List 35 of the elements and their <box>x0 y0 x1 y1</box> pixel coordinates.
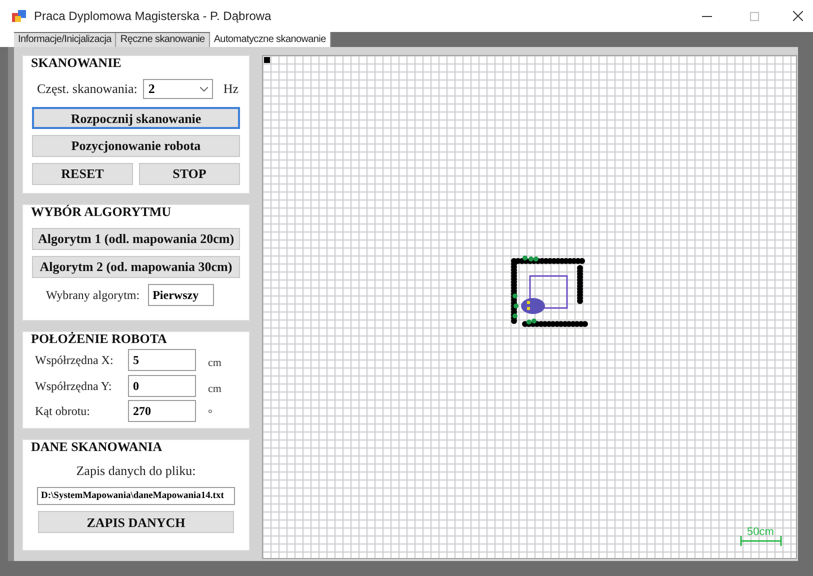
close-icon[interactable] <box>793 11 803 21</box>
group-title: DANE SKANOWANIA <box>31 439 164 455</box>
input-field[interactable]: 0 <box>128 374 196 397</box>
algorithm-button[interactable]: Algorytm 2 (od. mapowania 30cm) <box>32 256 240 278</box>
file-path-field[interactable]: D:\SystemMapowania\daneMapowania14.txt <box>37 486 235 504</box>
unit-label: cm <box>208 356 222 371</box>
unit-label: Hz <box>223 80 239 98</box>
input-field[interactable]: 270 <box>128 400 196 422</box>
group-title: POŁOŻENIE ROBOTA <box>31 331 168 347</box>
input-field[interactable]: 5 <box>128 349 196 372</box>
position-robot-button[interactable]: Pozycjonowanie robota <box>32 135 240 157</box>
field-label: Współrzędna X: <box>34 352 114 370</box>
selected-algorithm-field: Pierwszy <box>148 284 214 306</box>
unit-label: ° <box>208 407 212 422</box>
unit-label: cm <box>208 382 222 396</box>
field-label: Kąt obrotu: <box>34 403 91 420</box>
start-scan-button[interactable]: Rozpocznij skanowanie <box>32 107 240 129</box>
scale-label: 50cm <box>747 525 774 540</box>
field-label: Współrzędna Y: <box>34 378 113 395</box>
save-data-button[interactable]: ZAPIS DANYCH <box>38 511 234 534</box>
frequency-label: Częst. skanowania: <box>37 80 138 98</box>
tab[interactable]: Ręczne skanowanie <box>116 33 210 47</box>
group-title: SKANOWANIE <box>31 55 122 71</box>
tab[interactable]: Automatyczne skanowanie <box>210 32 331 47</box>
selected-algorithm-label: Wybrany algorytm: <box>46 287 140 304</box>
app-icon <box>12 10 26 22</box>
stop-button[interactable]: STOP <box>139 163 240 185</box>
chevron-down-icon <box>200 86 208 92</box>
window-title: Praca Dyplomowa Magisterska - P. Dąbrowa <box>34 8 272 25</box>
tab[interactable]: Informacje/Inicjalizacja <box>14 33 116 47</box>
algorithm-button[interactable]: Algorytm 1 (odl. mapowania 20cm) <box>32 228 240 250</box>
group-title: WYBÓR ALGORYTMU <box>31 204 172 220</box>
frequency-dropdown[interactable]: 2 <box>143 79 214 99</box>
reset-button[interactable]: RESET <box>32 163 133 185</box>
save-file-label: Zapis danych do pliku: <box>76 462 196 480</box>
